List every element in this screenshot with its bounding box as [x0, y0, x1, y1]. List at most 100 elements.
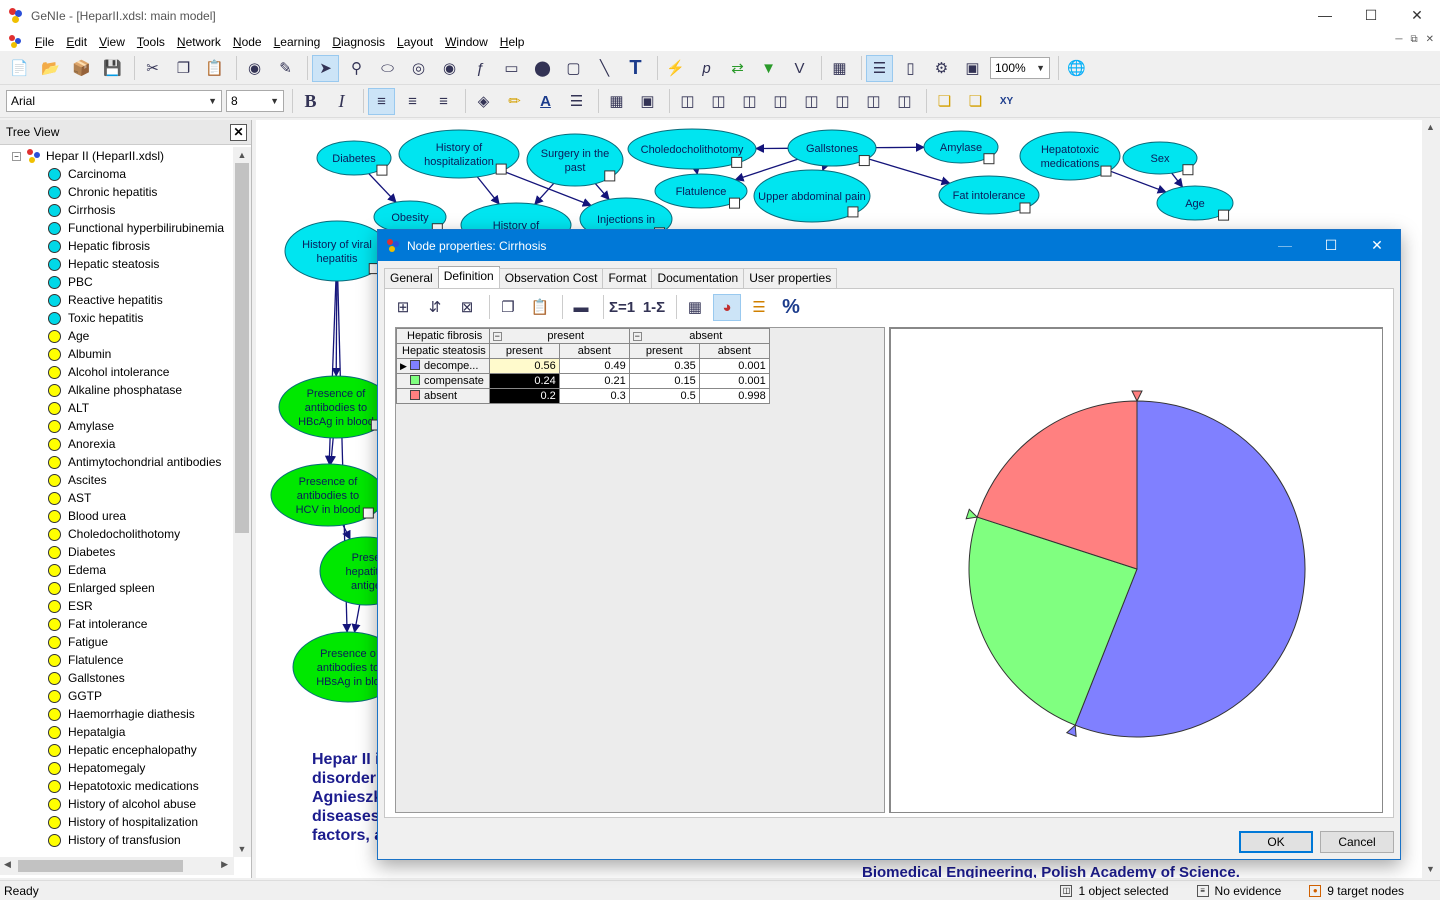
settings-gear-icon[interactable]: ⚙	[928, 55, 955, 82]
collapse-icon[interactable]: −	[492, 332, 502, 341]
show-table-icon[interactable]: ▦	[681, 294, 709, 321]
tree-item[interactable]: Gallstones	[0, 669, 232, 687]
cpt-cell[interactable]: 0.001	[698, 373, 770, 389]
tree-item[interactable]: Albumin	[0, 345, 232, 363]
line-width-icon[interactable]: ☰	[563, 88, 590, 115]
network-node[interactable]: Surgery in the past	[526, 133, 624, 187]
tree-item[interactable]: Diabetes	[0, 543, 232, 561]
send-to-back-icon[interactable]: ❏	[962, 88, 989, 115]
bar-chart-icon[interactable]: ☰	[745, 294, 773, 321]
cpt-cell[interactable]: 0.35	[628, 358, 700, 374]
align-middle-nodes-icon[interactable]: ◫	[829, 88, 856, 115]
pie-chart-area[interactable]	[889, 327, 1383, 813]
tree-item[interactable]: ALT	[0, 399, 232, 417]
tree-item[interactable]: Fat intolerance	[0, 615, 232, 633]
mdi-minimize-button[interactable]: ─	[1395, 34, 1402, 45]
network-arc[interactable]	[594, 183, 610, 201]
menu-view[interactable]: View	[93, 35, 131, 49]
network-node[interactable]: Flatulence	[654, 173, 748, 209]
mdi-close-button[interactable]: ✕	[1426, 34, 1434, 45]
probability-icon[interactable]: p	[693, 55, 720, 82]
format-brush-icon[interactable]: ✎	[272, 55, 299, 82]
network-node[interactable]: Age	[1156, 185, 1234, 221]
percent-icon[interactable]: %	[777, 294, 805, 321]
menu-window[interactable]: Window	[439, 35, 494, 49]
tree-item[interactable]: Amylase	[0, 417, 232, 435]
network-node[interactable]: Gallstones	[787, 129, 877, 167]
zoom-select[interactable]: 100% ▼	[990, 57, 1050, 79]
menu-tools[interactable]: Tools	[131, 35, 171, 49]
tree-item[interactable]: Hepatic encephalopathy	[0, 741, 232, 759]
menu-diagnosis[interactable]: Diagnosis	[326, 35, 391, 49]
tab-user-properties[interactable]: User properties	[743, 268, 838, 288]
align-center-icon[interactable]: ≡	[399, 88, 426, 115]
tree-item[interactable]: Age	[0, 327, 232, 345]
cpt-state-cell[interactable]: absent	[396, 388, 490, 404]
menu-layout[interactable]: Layout	[391, 35, 439, 49]
tree-item[interactable]: Haemorrhagie diathesis	[0, 705, 232, 723]
decision-node-icon[interactable]: ▭	[498, 55, 525, 82]
network-arc[interactable]	[331, 280, 341, 377]
tree-item[interactable]: Functional hyperbilirubinemia	[0, 219, 232, 237]
tree-item[interactable]: ESR	[0, 597, 232, 615]
tree-item[interactable]: Hepatotoxic medications	[0, 777, 232, 795]
font-size-select[interactable]: 8 ▼	[226, 90, 284, 112]
tree-item[interactable]: Alcohol intolerance	[0, 363, 232, 381]
network-arc[interactable]	[691, 165, 701, 175]
fill-default-icon[interactable]: ▬	[567, 294, 595, 321]
document-icon[interactable]	[9, 34, 23, 49]
tree-item[interactable]: GGTP	[0, 687, 232, 705]
distribute-horizontal-icon[interactable]: ◫	[860, 88, 887, 115]
noisy-max-node-icon[interactable]: ◉	[436, 55, 463, 82]
network-node[interactable]: Fat intolerance	[938, 175, 1040, 215]
line-color-icon[interactable]: ✏	[501, 88, 528, 115]
strength-of-influence-icon[interactable]: ▼	[755, 55, 782, 82]
scroll-up-icon[interactable]: ▲	[233, 147, 251, 163]
network-node[interactable]: Upper abdominal pain	[753, 169, 871, 223]
scroll-down-icon[interactable]: ▼	[1426, 864, 1435, 874]
network-arc[interactable]	[534, 182, 555, 205]
bold-icon[interactable]: B	[297, 88, 324, 115]
parent1-state-header[interactable]: − present	[488, 328, 630, 344]
tab-format[interactable]: Format	[602, 268, 653, 288]
copy-icon[interactable]: ❐	[494, 294, 522, 321]
tree-item[interactable]: AST	[0, 489, 232, 507]
update-lightning-icon[interactable]: ⚡	[662, 55, 689, 82]
chance-node-icon[interactable]: ⬭	[374, 55, 401, 82]
cpt-cell[interactable]: 0.24	[488, 373, 560, 389]
tree-item[interactable]: Carcinoma	[0, 165, 232, 183]
magnifier-icon[interactable]: ⚲	[343, 55, 370, 82]
tree-view-icon[interactable]: ☰	[866, 54, 893, 82]
tab-observation-cost[interactable]: Observation Cost	[498, 268, 604, 288]
copy-icon[interactable]: ❐	[170, 55, 197, 82]
xy-coordinates-icon[interactable]: XY	[993, 88, 1020, 115]
scroll-right-icon[interactable]: ▶	[221, 859, 228, 870]
paste-icon[interactable]: 📋	[526, 294, 554, 321]
align-center-nodes-icon[interactable]: ◫	[798, 88, 825, 115]
cpt-cell[interactable]: 0.15	[628, 373, 700, 389]
cpt-cell[interactable]: 0.49	[558, 358, 630, 374]
tree-vertical-scrollbar[interactable]: ▲ ▼	[233, 147, 251, 857]
grid-icon[interactable]: ▦	[603, 88, 630, 115]
collapse-icon[interactable]: −	[12, 151, 21, 161]
scroll-thumb[interactable]	[18, 860, 183, 872]
tree-item[interactable]: Fatigue	[0, 633, 232, 651]
tab-documentation[interactable]: Documentation	[651, 268, 745, 288]
network-arc[interactable]	[476, 176, 500, 205]
menu-edit[interactable]: Edit	[60, 35, 93, 49]
mdi-restore-button[interactable]: ⧉	[1410, 34, 1417, 45]
save-icon[interactable]: 💾	[99, 55, 126, 82]
tree-item[interactable]: History of transfusion	[0, 831, 232, 849]
cpt-cell[interactable]: 0.5	[628, 388, 700, 404]
complement-icon[interactable]: 1-Σ	[640, 294, 668, 321]
slice-handle-icon[interactable]	[1065, 724, 1077, 738]
canvas-vertical-scrollbar[interactable]: ▲ ▼	[1422, 120, 1440, 878]
tree-item[interactable]: Flatulence	[0, 651, 232, 669]
tree-root-item[interactable]: − Hepar II (HeparII.xdsl)	[0, 147, 232, 165]
tree-item[interactable]: Alkaline phosphatase	[0, 381, 232, 399]
select-pointer-icon[interactable]: ➤	[312, 54, 339, 82]
align-left-nodes-icon[interactable]: ◫	[674, 88, 701, 115]
tree-item[interactable]: History of hospitalization	[0, 813, 232, 831]
cancel-button[interactable]: Cancel	[1320, 831, 1394, 853]
tree-item[interactable]: Enlarged spleen	[0, 579, 232, 597]
